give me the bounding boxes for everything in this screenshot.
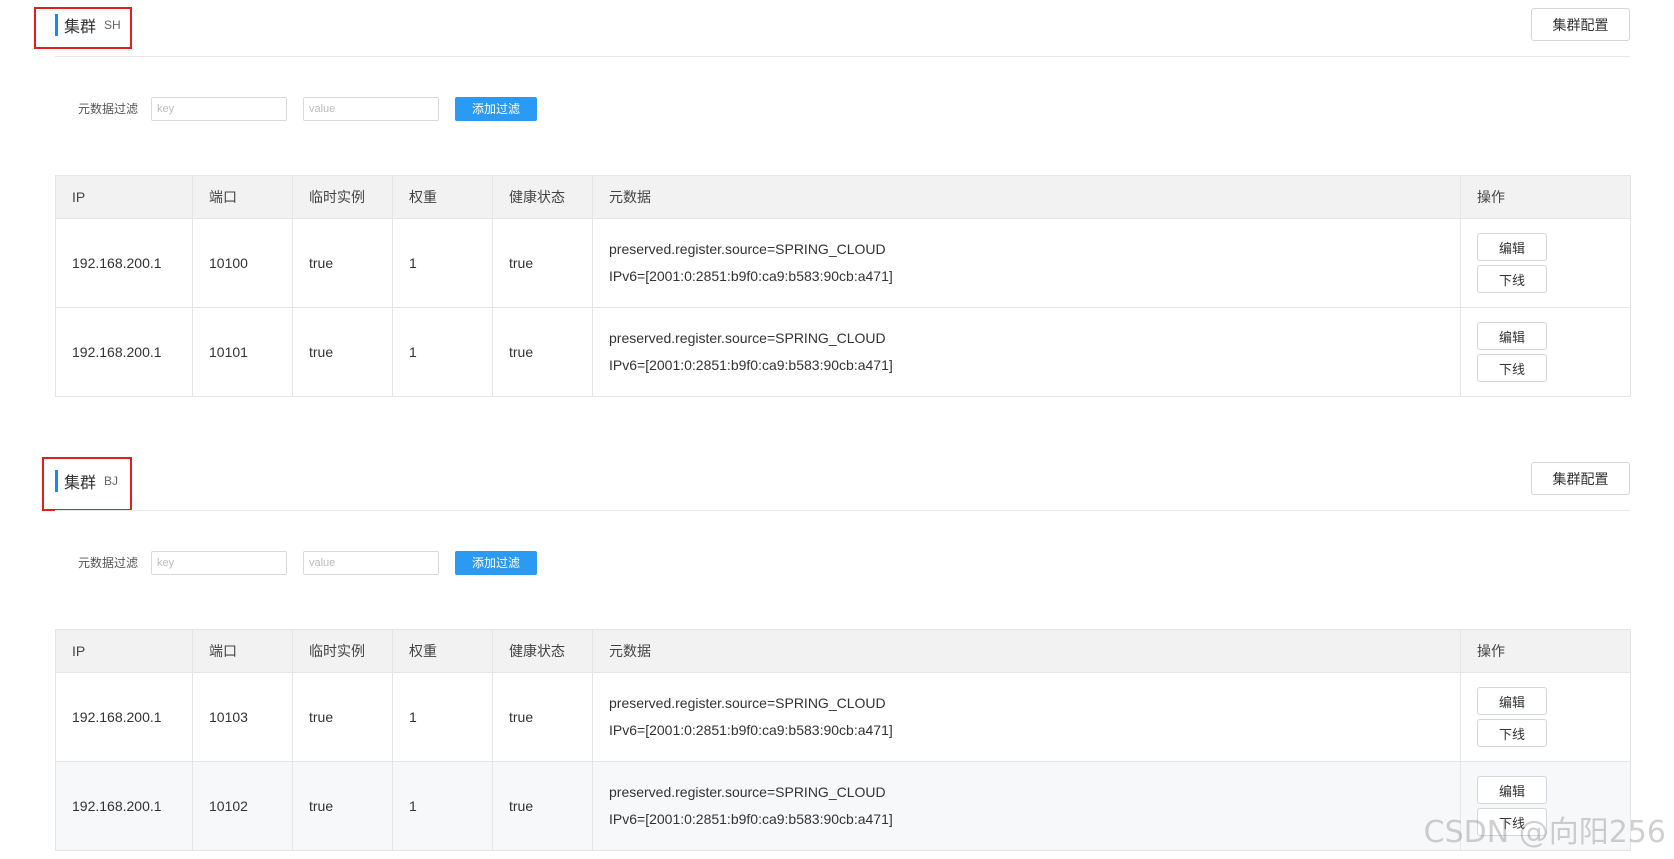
column-header-weight: 权重 xyxy=(392,175,493,219)
table-header-row: IP 端口 临时实例 权重 健康状态 元数据 操作 xyxy=(55,629,1631,673)
cluster-title: 集群 SH xyxy=(55,14,121,36)
cell-metadata: preserved.register.source=SPRING_CLOUD I… xyxy=(592,307,1461,397)
column-header-metadata: 元数据 xyxy=(592,629,1461,673)
column-header-metadata: 元数据 xyxy=(592,175,1461,219)
metadata-line: preserved.register.source=SPRING_CLOUD xyxy=(609,784,886,800)
cluster-name: BJ xyxy=(104,474,119,488)
table-row: 192.168.200.1 10100 true 1 true preserve… xyxy=(55,218,1631,308)
cell-weight: 1 xyxy=(392,761,493,851)
edit-button[interactable]: 编辑 xyxy=(1477,233,1547,261)
instance-table: IP 端口 临时实例 权重 健康状态 元数据 操作 192.168.200.1 … xyxy=(55,175,1631,397)
cell-ip: 192.168.200.1 xyxy=(55,761,193,851)
filter-key-input[interactable] xyxy=(151,96,287,121)
cell-metadata: preserved.register.source=SPRING_CLOUD I… xyxy=(592,218,1461,308)
add-filter-button[interactable]: 添加过滤 xyxy=(455,550,537,575)
table-row: 192.168.200.1 10102 true 1 true preserve… xyxy=(55,761,1631,851)
instance-table: IP 端口 临时实例 权重 健康状态 元数据 操作 192.168.200.1 … xyxy=(55,629,1631,851)
metadata-line: IPv6=[2001:0:2851:b9f0:ca9:b583:90cb:a47… xyxy=(609,268,893,284)
cluster-config-button[interactable]: 集群配置 xyxy=(1531,8,1630,41)
edit-button[interactable]: 编辑 xyxy=(1477,322,1547,350)
cell-weight: 1 xyxy=(392,218,493,308)
cell-port: 10102 xyxy=(192,761,293,851)
cell-actions: 编辑 下线 xyxy=(1460,672,1631,762)
filter-value-input[interactable] xyxy=(303,96,439,121)
column-header-health: 健康状态 xyxy=(492,629,593,673)
metadata-filter: 元数据过滤 添加过滤 xyxy=(78,550,537,575)
metadata-line: IPv6=[2001:0:2851:b9f0:ca9:b583:90cb:a47… xyxy=(609,357,893,373)
cell-ephemeral: true xyxy=(292,761,393,851)
metadata-filter: 元数据过滤 添加过滤 xyxy=(78,96,537,121)
edit-button[interactable]: 编辑 xyxy=(1477,776,1547,804)
cell-ip: 192.168.200.1 xyxy=(55,672,193,762)
cell-healthy: true xyxy=(492,761,593,851)
watermark: CSDN @向阳256 xyxy=(1423,815,1666,850)
cluster-title: 集群 BJ xyxy=(55,470,118,492)
metadata-line: IPv6=[2001:0:2851:b9f0:ca9:b583:90cb:a47… xyxy=(609,722,893,738)
column-header-weight: 权重 xyxy=(392,629,493,673)
filter-value-input[interactable] xyxy=(303,550,439,575)
column-header-port: 端口 xyxy=(192,629,293,673)
add-filter-button[interactable]: 添加过滤 xyxy=(455,96,537,121)
column-header-port: 端口 xyxy=(192,175,293,219)
cell-ephemeral: true xyxy=(292,672,393,762)
metadata-line: preserved.register.source=SPRING_CLOUD xyxy=(609,241,886,257)
divider xyxy=(55,56,1630,57)
metadata-line: IPv6=[2001:0:2851:b9f0:ca9:b583:90cb:a47… xyxy=(609,811,893,827)
filter-label: 元数据过滤 xyxy=(78,102,139,116)
cluster-title-label: 集群 xyxy=(64,475,97,492)
column-header-actions: 操作 xyxy=(1460,629,1631,673)
cluster-config-button[interactable]: 集群配置 xyxy=(1531,462,1630,495)
cell-healthy: true xyxy=(492,307,593,397)
cell-healthy: true xyxy=(492,672,593,762)
divider xyxy=(55,510,1630,511)
metadata-line: preserved.register.source=SPRING_CLOUD xyxy=(609,330,886,346)
metadata-line: preserved.register.source=SPRING_CLOUD xyxy=(609,695,886,711)
table-row: 192.168.200.1 10101 true 1 true preserve… xyxy=(55,307,1631,397)
column-header-ephemeral: 临时实例 xyxy=(292,629,393,673)
table-row: 192.168.200.1 10103 true 1 true preserve… xyxy=(55,672,1631,762)
cell-actions: 编辑 下线 xyxy=(1460,307,1631,397)
column-header-ip: IP xyxy=(55,629,193,673)
cluster-name: SH xyxy=(104,18,121,32)
cell-actions: 编辑 下线 xyxy=(1460,218,1631,308)
cell-ephemeral: true xyxy=(292,218,393,308)
cell-ip: 192.168.200.1 xyxy=(55,307,193,397)
column-header-actions: 操作 xyxy=(1460,175,1631,219)
cell-port: 10103 xyxy=(192,672,293,762)
filter-key-input[interactable] xyxy=(151,550,287,575)
cell-ip: 192.168.200.1 xyxy=(55,218,193,308)
cell-port: 10101 xyxy=(192,307,293,397)
cell-weight: 1 xyxy=(392,307,493,397)
cell-metadata: preserved.register.source=SPRING_CLOUD I… xyxy=(592,761,1461,851)
filter-label: 元数据过滤 xyxy=(78,556,139,570)
column-header-ip: IP xyxy=(55,175,193,219)
cell-weight: 1 xyxy=(392,672,493,762)
cell-healthy: true xyxy=(492,218,593,308)
offline-button[interactable]: 下线 xyxy=(1477,354,1547,382)
column-header-health: 健康状态 xyxy=(492,175,593,219)
offline-button[interactable]: 下线 xyxy=(1477,265,1547,293)
cell-metadata: preserved.register.source=SPRING_CLOUD I… xyxy=(592,672,1461,762)
edit-button[interactable]: 编辑 xyxy=(1477,687,1547,715)
cluster-title-label: 集群 xyxy=(64,19,97,36)
cell-ephemeral: true xyxy=(292,307,393,397)
table-header-row: IP 端口 临时实例 权重 健康状态 元数据 操作 xyxy=(55,175,1631,219)
cell-port: 10100 xyxy=(192,218,293,308)
column-header-ephemeral: 临时实例 xyxy=(292,175,393,219)
offline-button[interactable]: 下线 xyxy=(1477,719,1547,747)
